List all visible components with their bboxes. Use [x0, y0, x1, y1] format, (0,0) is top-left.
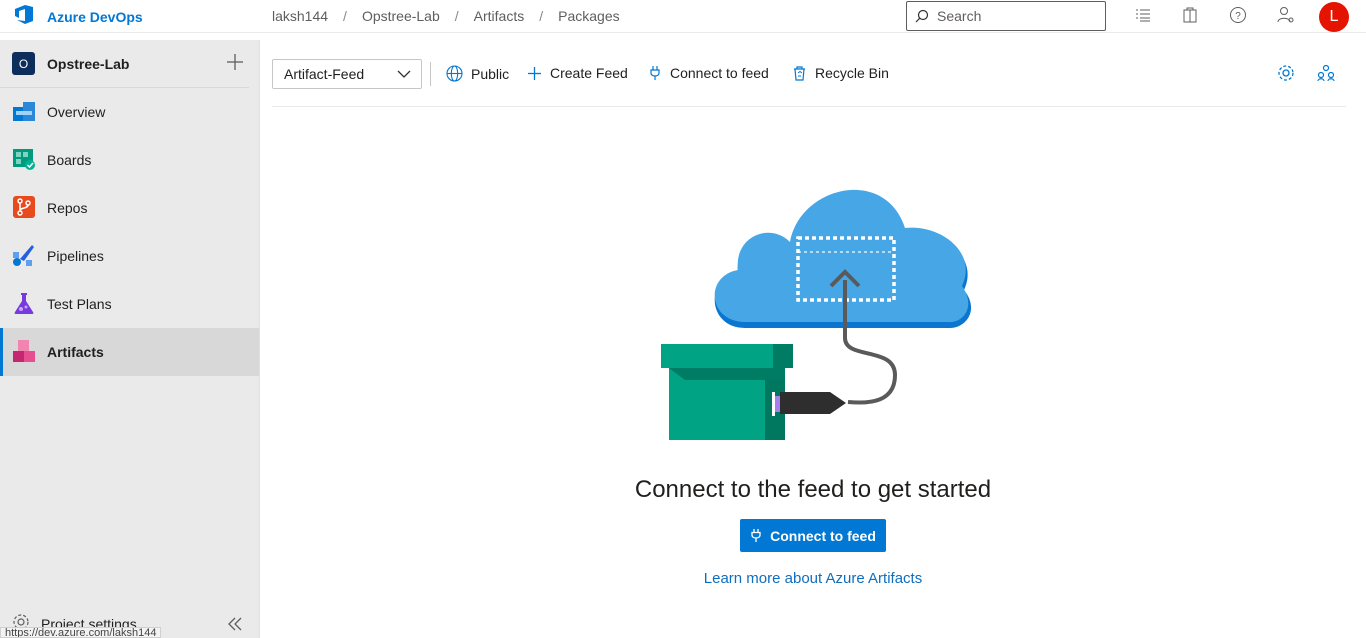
- plug-icon: [650, 66, 660, 80]
- connect-feed-illustration: [650, 170, 980, 455]
- project-header[interactable]: O Opstree-Lab: [0, 40, 249, 88]
- avatar[interactable]: L: [1319, 2, 1349, 32]
- breadcrumb-separator: /: [539, 8, 544, 24]
- azure-devops-logo-icon: [13, 3, 35, 30]
- top-bar: Azure DevOps laksh144 / Opstree-Lab / Ar…: [0, 0, 1366, 33]
- sidebar-item-overview[interactable]: Overview: [0, 88, 259, 136]
- create-feed-button[interactable]: Create Feed: [527, 65, 628, 81]
- breadcrumb-project[interactable]: Opstree-Lab: [362, 8, 440, 24]
- avatar-initial: L: [1329, 8, 1339, 25]
- recycle-bin-icon: [794, 66, 805, 81]
- artifacts-icon: [12, 339, 36, 366]
- connect-to-feed-primary-button[interactable]: Connect to feed: [740, 519, 886, 552]
- search-placeholder: Search: [937, 8, 982, 24]
- feed-dropdown-value: Artifact-Feed: [284, 66, 365, 82]
- sidebar-item-repos[interactable]: Repos: [0, 184, 259, 232]
- breadcrumb-artifacts[interactable]: Artifacts: [474, 8, 525, 24]
- pipelines-icon: [12, 243, 36, 270]
- recycle-bin-button[interactable]: Recycle Bin: [792, 65, 889, 81]
- collapse-sidebar-icon[interactable]: [226, 615, 244, 638]
- permissions-icon[interactable]: [1317, 64, 1335, 87]
- learn-more-link[interactable]: Learn more about Azure Artifacts: [613, 570, 1013, 587]
- toolbar-divider: [430, 62, 431, 86]
- breadcrumb: laksh144 / Opstree-Lab / Artifacts / Pac…: [272, 8, 620, 24]
- sidebar-item-label: Test Plans: [47, 296, 112, 312]
- plug-icon: [751, 529, 761, 542]
- test-plans-icon: [12, 291, 36, 318]
- status-url: https://dev.azure.com/laksh144: [0, 627, 162, 638]
- recycle-bin-label: Recycle Bin: [815, 65, 889, 81]
- sidebar-item-label: Repos: [47, 200, 88, 216]
- sidebar-item-boards[interactable]: Boards: [0, 136, 259, 184]
- globe-icon: [446, 65, 463, 82]
- plus-icon: [528, 66, 541, 80]
- toolbar-divider-line: [272, 106, 1346, 107]
- svg-text:?: ?: [1235, 11, 1241, 22]
- connect-to-feed-primary-label: Connect to feed: [770, 527, 876, 544]
- feed-settings-icon[interactable]: [1277, 64, 1295, 87]
- project-badge: O: [12, 52, 35, 75]
- connect-to-feed-label: Connect to feed: [670, 65, 769, 81]
- overview-icon: [12, 99, 36, 126]
- work-items-icon[interactable]: [1134, 6, 1152, 29]
- marketplace-icon[interactable]: [1181, 6, 1199, 29]
- empty-state-headline: Connect to the feed to get started: [634, 476, 992, 503]
- sidebar-item-label: Overview: [47, 104, 106, 120]
- chevron-down-icon: [397, 70, 411, 78]
- public-button[interactable]: Public: [446, 65, 509, 82]
- create-feed-label: Create Feed: [550, 65, 628, 81]
- help-icon[interactable]: ?: [1229, 6, 1247, 29]
- sidebar-item-label: Boards: [47, 152, 92, 168]
- brand[interactable]: Azure DevOps: [0, 0, 260, 33]
- search-icon: [915, 9, 929, 23]
- sidebar-item-artifacts[interactable]: Artifacts: [0, 328, 259, 376]
- sidebar-item-test-plans[interactable]: Test Plans: [0, 280, 259, 328]
- connect-to-feed-button[interactable]: Connect to feed: [648, 65, 769, 81]
- sidebar-item-label: Artifacts: [47, 344, 104, 360]
- sidebar: O Opstree-Lab Overview Boards Repos Pipe…: [0, 40, 260, 638]
- sidebar-item-label: Pipelines: [47, 248, 104, 264]
- boards-icon: [12, 147, 36, 174]
- breadcrumb-separator: /: [343, 8, 347, 24]
- breadcrumb-org[interactable]: laksh144: [272, 8, 328, 24]
- sidebar-item-pipelines[interactable]: Pipelines: [0, 232, 259, 280]
- repos-icon: [12, 195, 36, 222]
- user-settings-icon[interactable]: [1277, 6, 1295, 29]
- add-icon[interactable]: [226, 53, 244, 76]
- toolbar: Artifact-Feed Public Create Feed Connect…: [272, 59, 1346, 89]
- breadcrumb-packages[interactable]: Packages: [558, 8, 619, 24]
- breadcrumb-separator: /: [454, 8, 459, 24]
- brand-name: Azure DevOps: [47, 8, 143, 25]
- search-input[interactable]: Search: [906, 1, 1106, 31]
- project-name: Opstree-Lab: [47, 55, 130, 72]
- public-label: Public: [471, 65, 510, 82]
- feed-dropdown[interactable]: Artifact-Feed: [272, 59, 422, 89]
